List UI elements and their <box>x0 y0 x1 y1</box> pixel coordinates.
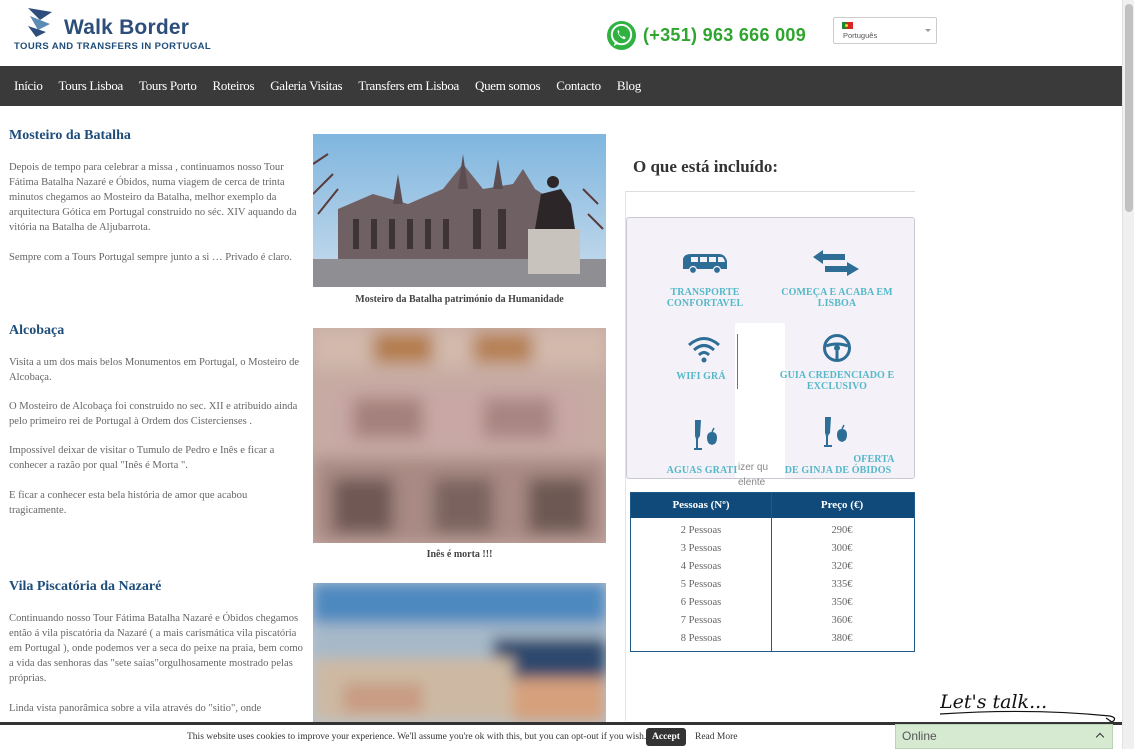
feature-label-line: OFERTA <box>853 454 895 465</box>
nav-item-quem-somos[interactable]: Quem somos <box>475 78 541 94</box>
divider <box>737 334 738 389</box>
section-title-batalha: Mosteiro da Batalha <box>9 128 131 143</box>
cookie-message: This website uses cookies to improve you… <box>187 732 647 742</box>
nav-item-blog[interactable]: Blog <box>617 78 641 94</box>
feature-label-line: DE GINJA DE ÓBIDOS <box>784 465 892 476</box>
included-features-box: TRANSPORTE CONFORTAVEL COMEÇA E ACABA EM… <box>626 217 915 479</box>
feature-label-line: EXCLUSIVO <box>806 381 868 392</box>
nav-item-tours-porto[interactable]: Tours Porto <box>139 78 197 94</box>
table-cell: 300€ <box>831 543 853 554</box>
arrows-icon <box>813 250 859 276</box>
section-title-alcobaca: Alcobaça <box>9 323 65 338</box>
table-cell: 4 Pessoas <box>680 561 722 572</box>
logo-title: Walk Border <box>64 16 190 39</box>
photo-caption: Inês é morta !!! <box>426 549 493 560</box>
wifi-icon <box>688 337 720 363</box>
paragraph: Sempre com a Tours Portugal sempre junto… <box>9 252 292 263</box>
paragraph: Depois de tempo para celebrar a missa , … <box>9 162 297 233</box>
paragraph: O Mosteiro de Alcobaça foi construido no… <box>9 401 298 427</box>
feature-label-line: GUIA CREDENCIADO E <box>779 370 895 381</box>
alcobaca-tomb-photo <box>313 328 606 543</box>
nav-item-tours-lisboa[interactable]: Tours Lisboa <box>59 78 124 94</box>
paragraph: Linda vista panorâmica sobre a vila atra… <box>9 703 262 714</box>
feature-label-guide: GUIA CREDENCIADO E EXCLUSIVO <box>777 370 897 392</box>
feature-label-start-end: COMEÇA E ACABA EM LISBOA <box>773 287 901 309</box>
drink-icon <box>824 417 847 447</box>
language-select[interactable]: Português <box>833 17 937 44</box>
language-label: Português <box>843 31 878 40</box>
lets-talk-prompt[interactable]: Let's talk... <box>940 684 1122 724</box>
table-cell: 2 Pessoas <box>680 525 722 536</box>
nazare-photo <box>313 583 606 722</box>
steering-wheel-icon <box>823 334 851 362</box>
divider <box>771 493 772 651</box>
table-cell: 7 Pessoas <box>680 615 722 626</box>
table-cell: 320€ <box>831 561 853 572</box>
table-cell: 3 Pessoas <box>680 543 722 554</box>
table-cell: 350€ <box>831 597 853 608</box>
paragraph: Visita a um dos mais belos Monumentos em… <box>9 357 300 383</box>
accept-cookies-button[interactable]: Accept <box>646 728 686 746</box>
feature-label-line: CONFORTAVEL <box>666 298 744 309</box>
whatsapp-icon <box>606 20 637 50</box>
scrollbar-thumb[interactable] <box>1125 4 1133 212</box>
batalha-photo <box>313 134 606 287</box>
divider <box>626 191 915 192</box>
read-more-link[interactable]: Read More <box>695 732 737 742</box>
feature-label-line: AGUAS GRATI <box>666 465 738 476</box>
feature-label-line: WIFI GRÁ <box>676 371 726 382</box>
obscured-text: elente <box>738 477 766 488</box>
price-table: Pessoas (Nº) Preço (€) 2 Pessoas 290€ 3 … <box>630 492 915 652</box>
chevron-down-icon <box>925 29 931 32</box>
nav-item-contacto[interactable]: Contacto <box>556 78 601 94</box>
table-cell: 6 Pessoas <box>680 597 722 608</box>
photo-caption: Mosteiro da Batalha património da Humani… <box>355 294 564 305</box>
paragraph: E ficar a conhecer esta bela história de… <box>9 490 248 516</box>
table-cell: 290€ <box>831 525 853 536</box>
feature-label-line: TRANSPORTE <box>670 287 740 298</box>
chat-widget[interactable]: Online <box>895 724 1113 749</box>
chevron-up-icon[interactable] <box>1095 732 1105 742</box>
nav-item-inicio[interactable]: Início <box>14 78 43 94</box>
page-scrollbar[interactable] <box>1122 0 1134 749</box>
feature-label-line: LISBOA <box>817 298 857 309</box>
feature-label-line: COMEÇA E ACABA EM <box>781 287 893 298</box>
feature-label-water: AGUAS GRATI <box>657 465 747 476</box>
table-cell: 380€ <box>831 633 853 644</box>
table-cell: 8 Pessoas <box>680 633 722 644</box>
nav-item-transfers-lisboa[interactable]: Transfers em Lisboa <box>358 78 459 94</box>
nav-item-roteiros[interactable]: Roteiros <box>213 78 255 94</box>
chat-prompt-text[interactable]: Let's talk... <box>940 691 1047 713</box>
column-header: Preço (€) <box>820 499 864 511</box>
obscured-text: izer qu <box>738 462 769 473</box>
included-title: O que está incluído: <box>633 157 778 176</box>
main-nav: Início Tours Lisboa Tours Porto Roteiros… <box>0 66 1122 106</box>
chat-status[interactable]: Online <box>902 729 937 743</box>
site-logo[interactable]: Walk Border TOURS AND TRANSFERS IN PORTU… <box>14 6 211 56</box>
logo-mark-icon <box>28 8 52 37</box>
price-table-header: Pessoas (Nº) Preço (€) <box>631 493 914 518</box>
feature-label-wifi: WIFI GRÁ <box>661 371 741 382</box>
site-header: Walk Border TOURS AND TRANSFERS IN PORTU… <box>0 0 1122 66</box>
paragraph: Continuando nosso Tour Fátima Batalha Na… <box>9 613 303 684</box>
nav-item-galeria-visitas[interactable]: Galeria Visitas <box>270 78 342 94</box>
phone-contact[interactable]: (+351) 963 666 009 <box>606 19 806 51</box>
van-icon <box>683 254 727 275</box>
portugal-flag-icon <box>842 22 853 29</box>
section-title-nazare: Vila Piscatória da Nazaré <box>9 579 162 594</box>
table-cell: 5 Pessoas <box>680 579 722 590</box>
paragraph: Impossível deixar de visitar o Tumulo de… <box>9 445 275 471</box>
feature-label-ginja: OFERTA DE GINJA DE ÓBIDOS <box>777 454 899 476</box>
phone-number[interactable]: (+351) 963 666 009 <box>643 25 806 46</box>
logo-subtitle: TOURS AND TRANSFERS IN PORTUGAL <box>14 41 212 52</box>
drink-icon <box>694 420 717 450</box>
table-cell: 360€ <box>831 615 853 626</box>
table-cell: 335€ <box>831 579 853 590</box>
feature-label-transport: TRANSPORTE CONFORTAVEL <box>635 287 775 309</box>
column-header: Pessoas (Nº) <box>672 499 730 511</box>
